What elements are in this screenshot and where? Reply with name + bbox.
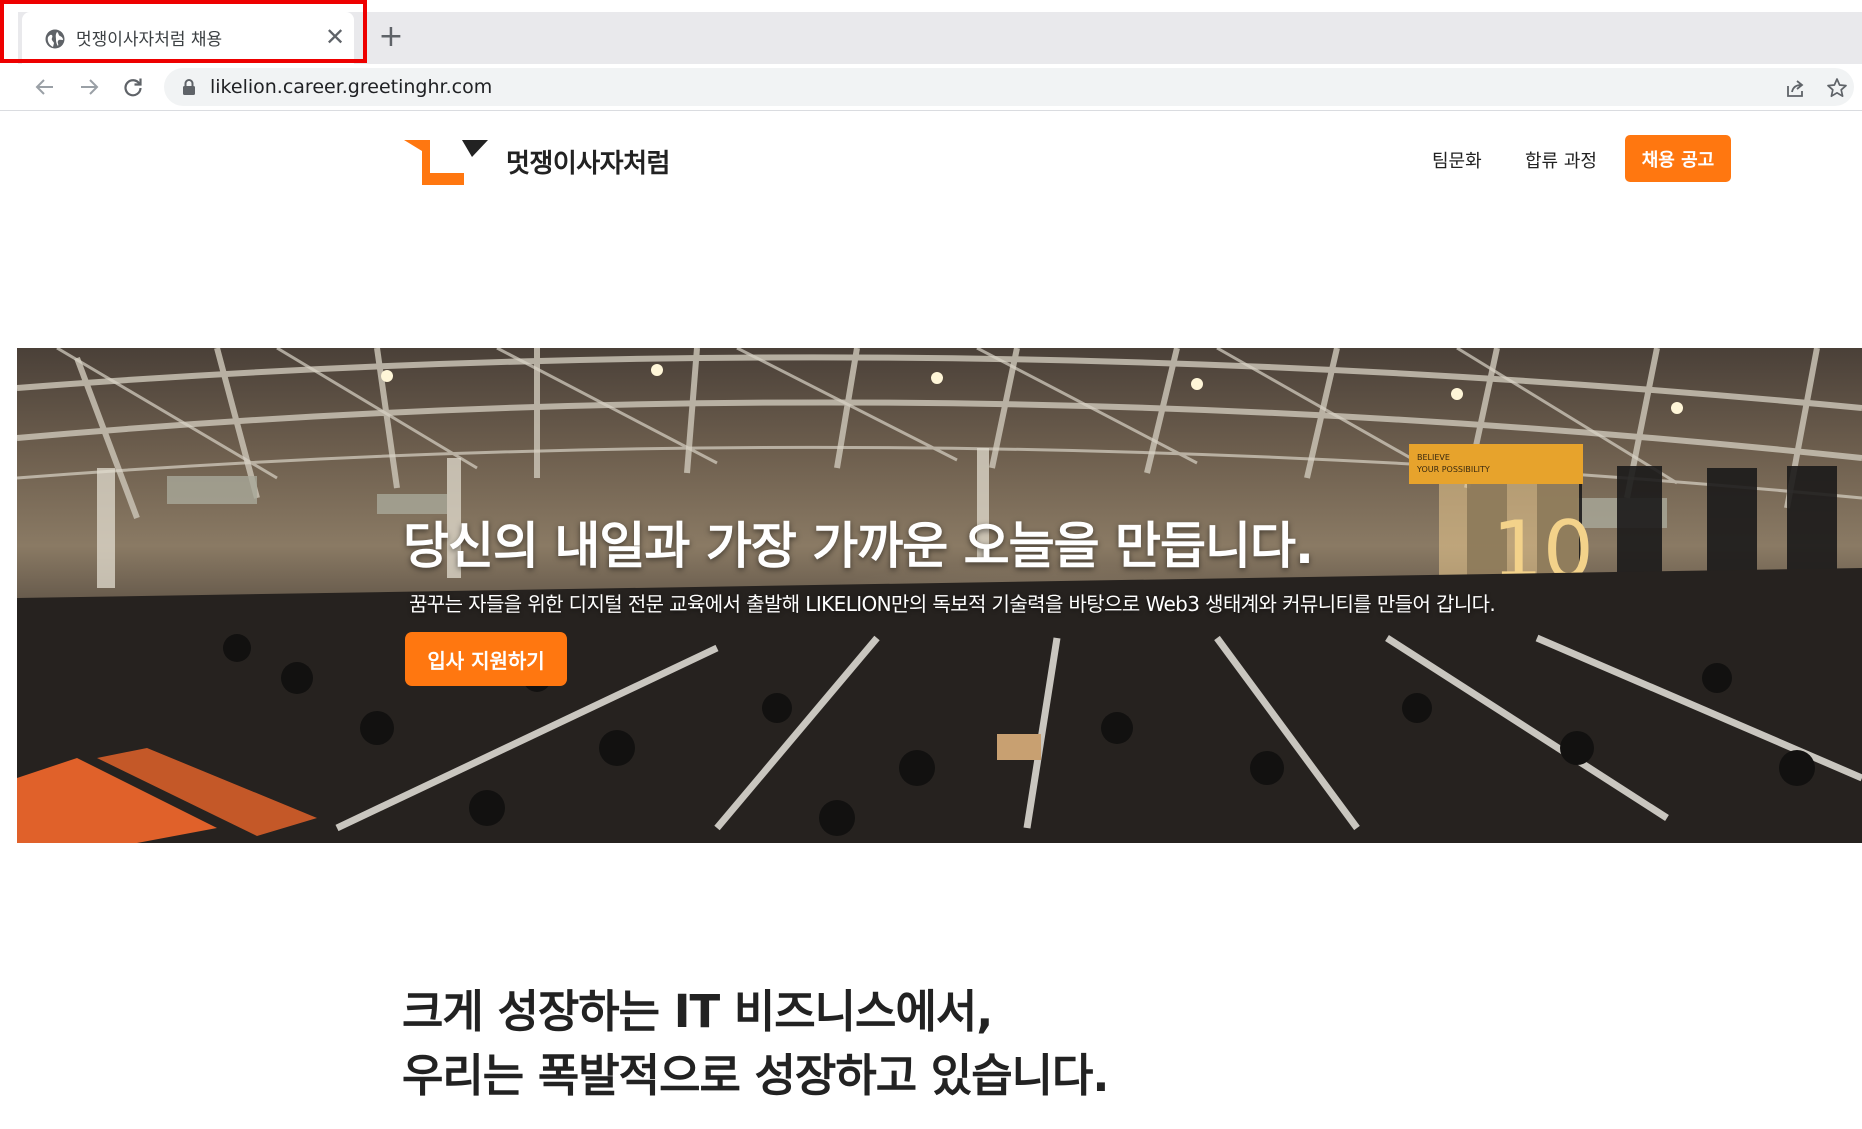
close-icon[interactable]: ✕ (322, 22, 348, 52)
headline-line-1: 크게 성장하는 IT 비즈니스에서, (402, 985, 993, 1038)
reload-icon (124, 78, 142, 97)
globe-icon (44, 28, 66, 50)
brand-name[interactable]: 멋쟁이사자처럼 (506, 143, 670, 180)
forward-arrow-icon (81, 79, 99, 95)
apply-button[interactable]: 입사 지원하기 (405, 632, 567, 686)
browser-tabstrip: 멋쟁이사자처럼 채용 ✕ + (0, 0, 1862, 64)
likelion-logo[interactable] (404, 137, 488, 185)
headline-line-2: 우리는 폭발적으로 성장하고 있습니다. (402, 1049, 1109, 1102)
banner-text-believe: BELIEVE (1417, 453, 1450, 462)
section-headline: 크게 성장하는 IT 비즈니스에서, 우리는 폭발적으로 성장하고 있습니다. (402, 980, 1109, 1108)
back-button[interactable] (28, 70, 62, 104)
reload-button[interactable] (116, 70, 150, 104)
browser-tab[interactable]: 멋쟁이사자처럼 채용 ✕ (22, 12, 354, 64)
job-postings-button[interactable]: 채용 공고 (1625, 135, 1731, 182)
nav-hiring-process[interactable]: 합류 과정 (1525, 147, 1597, 173)
share-icon[interactable] (1782, 75, 1808, 101)
address-bar[interactable]: likelion.career.greetinghr.com (164, 68, 1854, 106)
forward-button[interactable] (72, 70, 106, 104)
back-arrow-icon (35, 79, 53, 95)
hero-title: 당신의 내일과 가장 가까운 오늘을 만듭니다. (403, 517, 1314, 575)
star-icon[interactable] (1824, 75, 1850, 101)
tab-title: 멋쟁이사자처럼 채용 (76, 30, 223, 50)
site-header: 멋쟁이사자처럼 팀문화 합류 과정 채용 공고 (0, 111, 1862, 211)
new-tab-button[interactable]: + (376, 19, 406, 55)
lock-icon (182, 78, 196, 96)
browser-toolbar: likelion.career.greetinghr.com (0, 64, 1862, 111)
url-text[interactable]: likelion.career.greetinghr.com (210, 76, 492, 98)
hero-subtitle: 꿈꾸는 자들을 위한 디지털 전문 교육에서 출발해 LIKELION만의 독보… (409, 592, 1496, 616)
nav-team-culture[interactable]: 팀문화 (1432, 147, 1482, 173)
banner-text-possibility: YOUR POSSIBILITY (1416, 465, 1490, 474)
hero-banner: BELIEVE YOUR POSSIBILITY 10 당신의 내일과 가장 가… (17, 348, 1862, 843)
